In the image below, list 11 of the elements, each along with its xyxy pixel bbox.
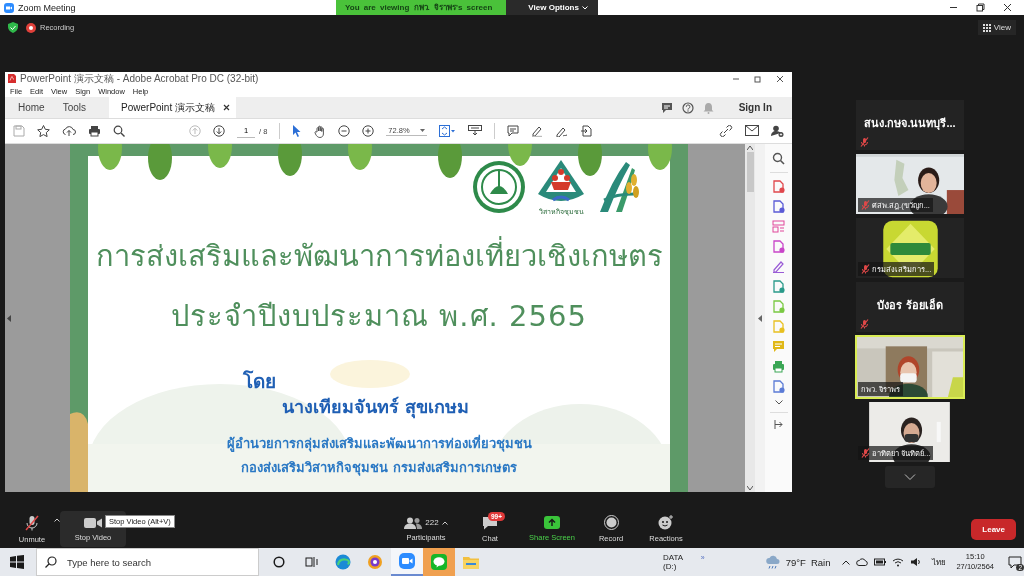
slide-text: โดย [242,369,276,394]
slide-text: ผู้อำนวยการกลุ่มส่งเสริมและพัฒนาการท่องเที่ยวชุมชน [226,433,532,454]
participant-name: สนง.กษจ.นนทบุรี... [863,116,957,132]
participant-name: บังอร ร้อยเอ็ด [876,297,944,313]
slide-title: การส่งเสริมและพัฒนาการท่องเที่ยวเชิงเกษตร [70,228,688,284]
slide-text: กองส่งเสริมวิสาหกิจชุมชน กรมส่งเสริมการเกษตร [241,459,517,478]
presenter-name: นางเทียมจันทร์ สุขเกษม [281,395,470,420]
screen-share-banner: You are viewing กพว. จิราพร's screen [336,0,507,15]
window-title: Zoom Meeting [18,2,76,13]
slide-title: ประจำปีงบประมาณ พ.ศ. 2565 [170,298,588,335]
window-title: PowerPoint 演示文稿 - Adobe Acrobat Pro DC (32-bit) [20,71,259,86]
